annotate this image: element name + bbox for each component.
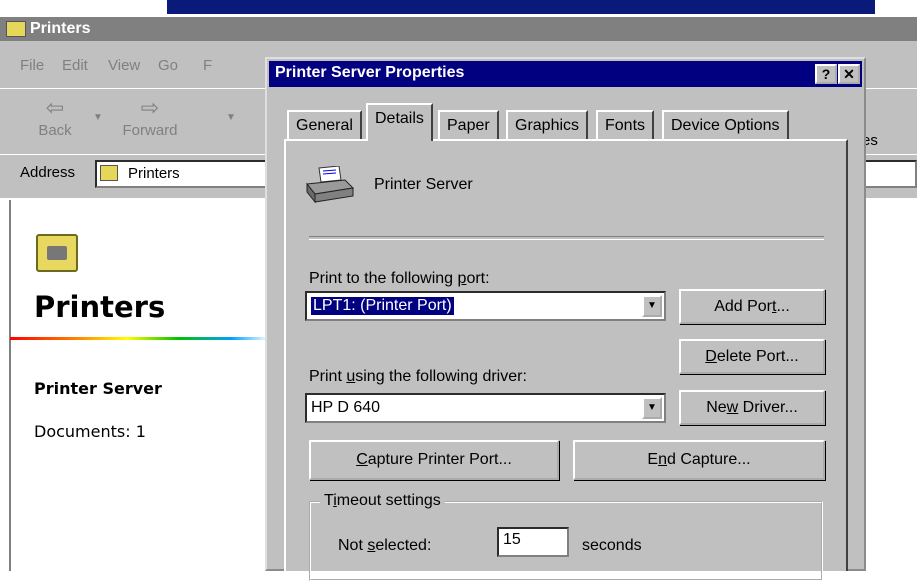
tab-paper[interactable]: Paper	[438, 110, 499, 140]
selected-item-name: Printer Server	[34, 379, 162, 398]
chevron-down-icon[interactable]: ▼	[642, 295, 662, 317]
menu-edit[interactable]: Edit	[62, 57, 88, 74]
capture-printer-port-button[interactable]: Capture Printer Port...	[309, 440, 559, 480]
forward-arrow-icon: ⇨	[140, 95, 160, 120]
menu-file[interactable]: File	[20, 57, 44, 74]
rainbow-divider	[10, 337, 270, 340]
port-selected-value: LPT1: (Printer Port)	[310, 296, 455, 316]
printers-folder-icon	[100, 165, 118, 181]
tab-details[interactable]: Details	[366, 103, 433, 141]
tab-general[interactable]: General	[287, 110, 362, 140]
close-button[interactable]: ✕	[838, 64, 860, 84]
delete-port-button[interactable]: Delete Port...	[679, 339, 825, 374]
seconds-unit-label: seconds	[582, 537, 642, 554]
timeout-group-title: Timeout settings	[320, 492, 445, 510]
selected-item-documents: Documents: 1	[34, 422, 146, 441]
separator-line	[309, 236, 824, 240]
driver-selected-value: HP D 640	[311, 399, 381, 416]
explorer-titlebar[interactable]	[0, 17, 917, 41]
driver-label: Print using the following driver:	[309, 368, 527, 385]
address-label: Address	[20, 164, 76, 181]
address-value: Printers	[128, 165, 180, 182]
printer-name-label: Printer Server	[374, 176, 473, 193]
help-button[interactable]: ?	[815, 64, 837, 84]
explorer-title: Printers	[30, 20, 91, 37]
port-label: Print to the following port:	[309, 270, 490, 287]
back-arrow-icon: ⇦	[45, 95, 65, 120]
add-port-button[interactable]: Add Port...	[679, 289, 825, 324]
not-selected-label: Not selected:	[338, 537, 432, 554]
tab-fonts[interactable]: Fonts	[596, 110, 655, 140]
chevron-down-icon[interactable]: ▼	[642, 397, 662, 419]
menu-go[interactable]: Go	[158, 57, 178, 74]
driver-select[interactable]: HP D 640 ▼	[305, 393, 666, 423]
menu-view[interactable]: View	[108, 57, 140, 74]
port-select[interactable]: LPT1: (Printer Port) ▼	[305, 291, 666, 321]
tab-graphics[interactable]: Graphics	[506, 110, 589, 140]
dialog-title: Printer Server Properties	[275, 64, 465, 81]
forward-dropdown-icon[interactable]: ▼	[226, 112, 236, 123]
tab-device-options[interactable]: Device Options	[662, 110, 789, 140]
printer-folder-large-icon	[36, 234, 78, 272]
end-capture-button[interactable]: End Capture...	[573, 440, 825, 480]
printer-icon	[306, 166, 355, 204]
menu-favorites[interactable]: F	[203, 57, 212, 74]
folder-title: Printers	[34, 290, 166, 324]
not-selected-timeout-input[interactable]: 15	[497, 527, 569, 557]
new-driver-button[interactable]: New Driver...	[679, 390, 825, 425]
background-window-strip	[165, 0, 877, 14]
forward-button[interactable]: ⇨ Forward	[115, 94, 185, 150]
printers-folder-icon	[6, 21, 26, 37]
back-dropdown-icon[interactable]: ▼	[93, 112, 103, 123]
back-button[interactable]: ⇦ Back	[20, 94, 90, 150]
